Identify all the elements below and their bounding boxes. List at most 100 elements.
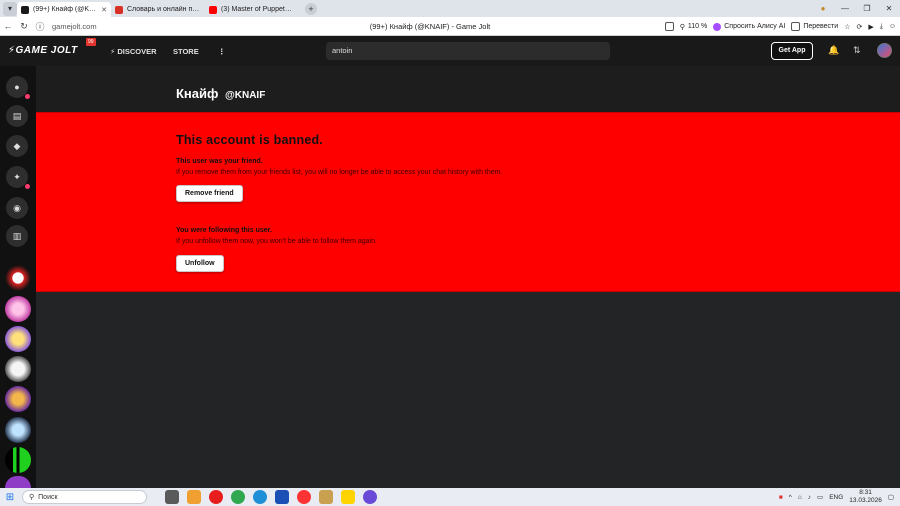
- community-avatar[interactable]: [5, 265, 31, 291]
- file-explorer-icon[interactable]: [187, 490, 201, 504]
- yandex-browser-icon[interactable]: [297, 490, 311, 504]
- community-avatar[interactable]: [5, 417, 31, 443]
- downloads-icon[interactable]: ⤓: [880, 23, 883, 31]
- alice-icon: [713, 22, 722, 31]
- community-avatar[interactable]: [5, 476, 31, 488]
- bookmark-icon[interactable]: ☆: [844, 23, 850, 31]
- get-app-button[interactable]: Get App: [771, 42, 813, 60]
- restore-icon[interactable]: ❐: [856, 4, 878, 13]
- alice-label: Спросить Алису AI: [724, 23, 786, 30]
- community-avatar[interactable]: [5, 386, 31, 412]
- translate-button[interactable]: Перевести: [791, 22, 838, 31]
- extensions-icon[interactable]: ⟳: [856, 23, 862, 31]
- zoom-icon: ⚲: [679, 23, 685, 31]
- address-bar-row: ← ↻ ⓘ gamejolt.com (99+) Кнайф (@KNAIF) …: [0, 17, 900, 36]
- volume-icon[interactable]: ♪: [808, 494, 811, 501]
- close-icon[interactable]: ✕: [101, 6, 107, 14]
- sidebar-library-icon[interactable]: ▥: [6, 225, 28, 247]
- zoom-level: 110 %: [687, 23, 708, 30]
- back-icon[interactable]: ←: [0, 21, 16, 31]
- active-browser-icon[interactable]: [363, 490, 377, 504]
- remove-friend-button[interactable]: Remove friend: [176, 185, 243, 202]
- tray-app-icon[interactable]: ■: [779, 494, 783, 501]
- community-avatar[interactable]: [5, 447, 31, 473]
- bell-icon[interactable]: 🔔: [828, 45, 839, 56]
- search-icon: ⚲: [29, 494, 35, 501]
- tab-label: (99+) Кнайф (@KNAIF: [33, 6, 99, 13]
- windows-taskbar: ⊞ ⚲ Поиск ■ ^ ⌂ ♪ ▭ ENG 8:31 13.03.2026 …: [0, 488, 900, 506]
- community-avatar[interactable]: [5, 326, 31, 352]
- app-icon[interactable]: [341, 490, 355, 504]
- notification-count-badge: 99: [86, 38, 96, 46]
- alice-button[interactable]: Спросить Алису AI: [713, 22, 786, 31]
- taskbar-search[interactable]: ⚲ Поиск: [22, 490, 147, 504]
- close-window-icon[interactable]: ✕: [878, 4, 900, 13]
- language-indicator[interactable]: ENG: [829, 494, 843, 501]
- battery-icon[interactable]: ▭: [817, 493, 823, 501]
- app-icon[interactable]: [275, 490, 289, 504]
- zoom-control[interactable]: ⚲ 110 %: [680, 23, 707, 31]
- media-icon[interactable]: ▶: [868, 23, 873, 31]
- edge-icon[interactable]: [253, 490, 267, 504]
- friend-explanation: If you remove them from your friends lis…: [176, 169, 503, 176]
- unfollow-button[interactable]: Unfollow: [176, 255, 224, 272]
- tab-dictionary[interactable]: Словарь и онлайн перев: [111, 2, 205, 17]
- more-menu-icon[interactable]: ⋮: [218, 47, 226, 56]
- opera-icon[interactable]: [209, 490, 223, 504]
- profile-icon[interactable]: ☺: [889, 23, 896, 30]
- tab-label: (3) Master of Puppets (Re: [221, 6, 295, 13]
- screen: ▾ (99+) Кнайф (@KNAIF ✕ Словарь и онлайн…: [0, 0, 900, 506]
- window-controls: ● — ❐ ✕: [812, 0, 900, 17]
- site-info-icon[interactable]: ⓘ: [32, 20, 48, 33]
- discover-link[interactable]: ⚡ DISCOVER: [110, 47, 157, 56]
- friend-heading: This user was your friend.: [176, 158, 263, 165]
- gamejolt-logo[interactable]: ⚡GAME JOLT: [8, 45, 78, 56]
- task-view-icon[interactable]: [165, 490, 179, 504]
- notification-dot: [25, 184, 30, 189]
- address-bar-tools: ⚲ 110 % Спросить Алису AI Перевести ☆ ⟳ ▶…: [664, 17, 896, 36]
- sidebar-backpack-icon[interactable]: ◆: [6, 135, 28, 157]
- banned-notice: This account is banned. This user was yo…: [36, 112, 900, 292]
- reader-icon[interactable]: [664, 22, 674, 31]
- search-input[interactable]: antoin: [326, 42, 610, 60]
- chevron-up-icon[interactable]: ^: [789, 494, 792, 501]
- logo-text: GAME JOLT: [15, 45, 78, 56]
- url-field[interactable]: gamejolt.com: [52, 22, 212, 31]
- translate-label: Перевести: [803, 23, 839, 30]
- clock[interactable]: 8:31 13.03.2026: [849, 489, 882, 505]
- browser-menu-icon[interactable]: ▾: [3, 1, 17, 16]
- follow-explanation: If you unfollow them now, you won't be a…: [176, 238, 377, 245]
- profile-handle: @KNAIF: [225, 90, 266, 101]
- gamejolt-favicon-icon: [21, 5, 29, 14]
- tab-gamejolt[interactable]: (99+) Кнайф (@KNAIF ✕: [17, 2, 111, 17]
- activity-icon[interactable]: ⇅: [853, 45, 861, 56]
- profile-header: Кнайф @KNAIF: [36, 66, 900, 112]
- page-title-display: (99+) Кнайф (@KNAIF) - Game Jolt: [369, 21, 491, 31]
- community-avatar[interactable]: [5, 296, 31, 322]
- network-icon[interactable]: ⌂: [798, 494, 802, 501]
- notifications-icon[interactable]: ▢: [888, 493, 894, 501]
- folder-icon[interactable]: [319, 490, 333, 504]
- taskbar-search-label: Поиск: [38, 493, 58, 501]
- dictionary-favicon-icon: [115, 5, 123, 14]
- notification-dot: [25, 94, 30, 99]
- discover-label: DISCOVER: [117, 47, 157, 56]
- new-tab-button[interactable]: +: [305, 2, 317, 15]
- sidebar-store-icon[interactable]: ▤: [6, 105, 28, 127]
- banned-title: This account is banned.: [176, 133, 323, 147]
- minimize-icon[interactable]: —: [834, 4, 856, 13]
- youtube-favicon-icon: [209, 5, 217, 14]
- window-profile-icon[interactable]: ●: [812, 4, 834, 13]
- windows-start-icon[interactable]: ⊞: [0, 492, 20, 503]
- store-link[interactable]: STORE: [173, 47, 199, 56]
- sidebar-chat-icon[interactable]: ◉: [6, 197, 28, 219]
- main-content: Кнайф @KNAIF This account is banned. Thi…: [36, 66, 900, 488]
- translate-icon: [791, 22, 801, 31]
- tab-youtube[interactable]: (3) Master of Puppets (Re: [205, 2, 299, 17]
- bolt-icon: ⚡: [8, 45, 16, 56]
- community-avatar[interactable]: [5, 356, 31, 382]
- system-tray: ■ ^ ⌂ ♪ ▭ ENG 8:31 13.03.2026 ▢: [779, 489, 894, 505]
- user-avatar[interactable]: [877, 43, 892, 58]
- reload-icon[interactable]: ↻: [16, 21, 32, 32]
- chrome-icon[interactable]: [231, 490, 245, 504]
